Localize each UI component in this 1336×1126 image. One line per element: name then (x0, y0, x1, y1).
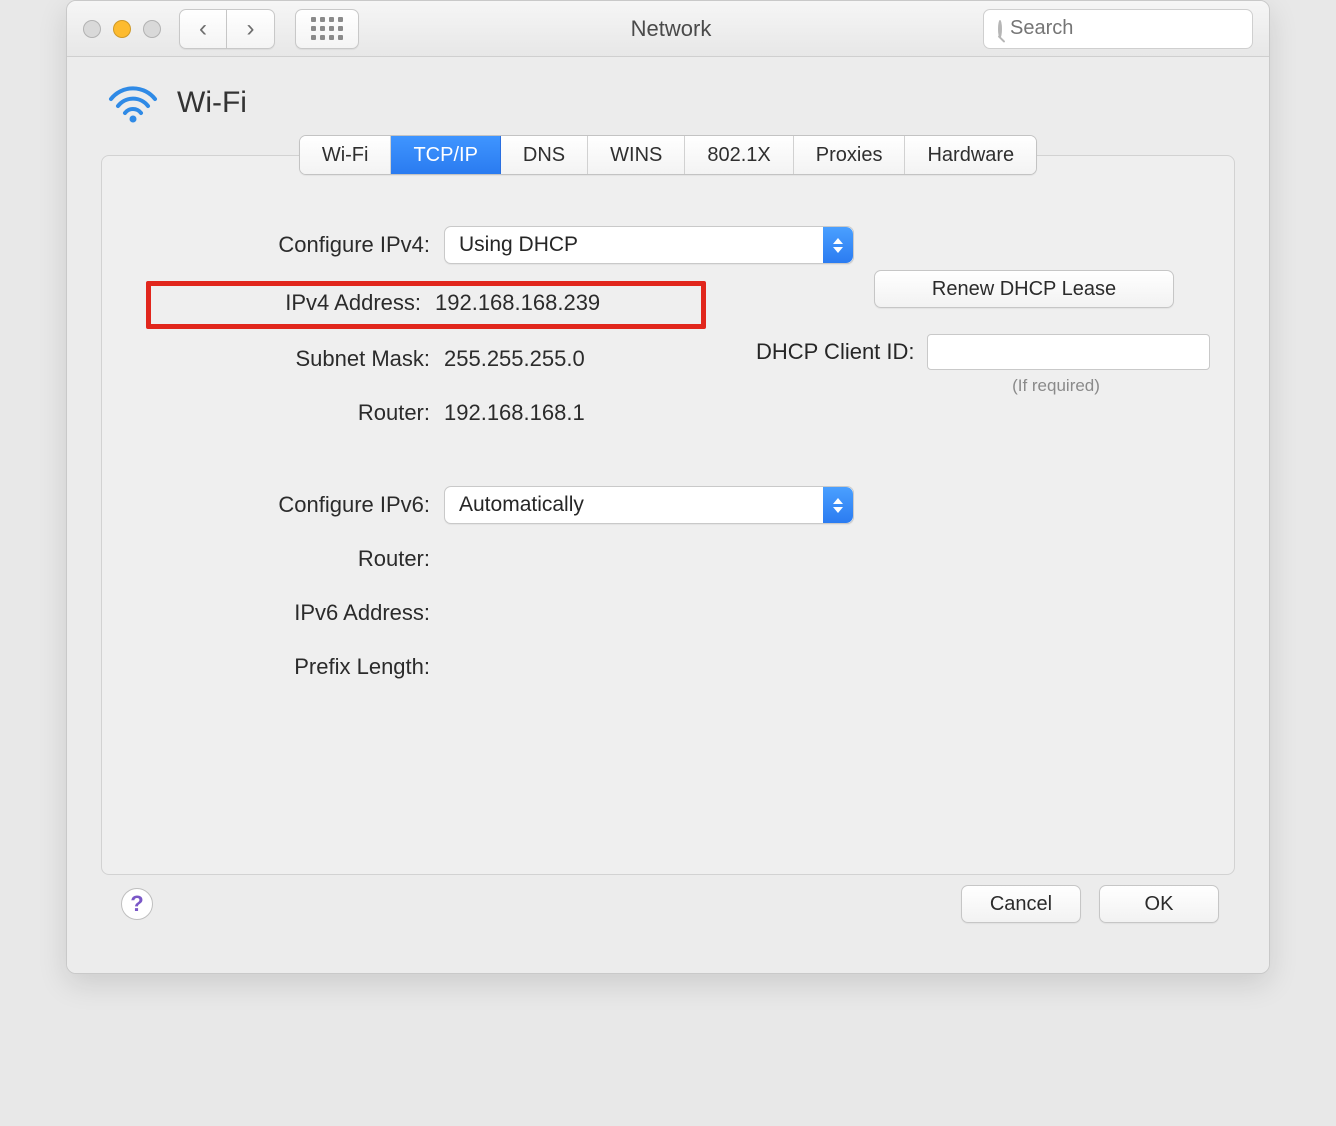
tab-8021x[interactable]: 802.1X (685, 136, 793, 174)
window-controls (83, 20, 161, 38)
footer: ? Cancel OK (101, 875, 1235, 945)
close-window-button[interactable] (83, 20, 101, 38)
configure-ipv6-label: Configure IPv6: (150, 492, 430, 518)
ipv4-address-value: 192.168.168.239 (435, 290, 691, 316)
help-button[interactable]: ? (121, 888, 153, 920)
tab-hardware[interactable]: Hardware (905, 136, 1036, 174)
row-ipv6-address: IPv6 Address: (150, 586, 1186, 640)
row-configure-ipv4: Configure IPv4: Using DHCP (150, 218, 1186, 272)
chevron-right-icon: › (247, 15, 255, 43)
minimize-window-button[interactable] (113, 20, 131, 38)
configure-ipv6-select[interactable]: Automatically (444, 486, 854, 524)
dhcp-client-id-group: DHCP Client ID: (If required) (756, 312, 1186, 396)
wifi-icon (107, 83, 159, 123)
router-ipv6-label: Router: (150, 546, 430, 572)
dhcp-client-id-label: DHCP Client ID: (756, 339, 915, 365)
ok-button[interactable]: OK (1099, 885, 1219, 923)
configure-ipv6-value: Automatically (459, 493, 584, 517)
dhcp-side-column: Renew DHCP Lease (874, 270, 1174, 308)
row-router-ipv6: Router: (150, 532, 1186, 586)
dhcp-client-id-input[interactable] (927, 334, 1210, 370)
ipv6-section: Configure IPv6: Automatically Router: (150, 478, 1186, 694)
show-all-prefs-button[interactable] (295, 9, 359, 49)
tab-wins[interactable]: WINS (588, 136, 685, 174)
row-prefix-length: Prefix Length: (150, 640, 1186, 694)
search-icon (998, 20, 1002, 38)
search-input[interactable] (1010, 17, 1270, 40)
ipv4-address-highlight: IPv4 Address: 192.168.168.239 (146, 281, 706, 329)
zoom-window-button[interactable] (143, 20, 161, 38)
router-ipv4-label: Router: (150, 400, 430, 426)
renew-dhcp-lease-button[interactable]: Renew DHCP Lease (874, 270, 1174, 308)
subnet-mask-label: Subnet Mask: (150, 346, 430, 372)
prefix-length-label: Prefix Length: (150, 654, 430, 680)
panel-heading: Wi-Fi (101, 83, 1235, 123)
back-button[interactable]: ‹ (179, 9, 227, 49)
cancel-button[interactable]: Cancel (961, 885, 1081, 923)
tabs: Wi-Fi TCP/IP DNS WINS 802.1X Proxies Har… (299, 135, 1037, 175)
configure-ipv4-value: Using DHCP (459, 233, 578, 257)
router-ipv4-value: 192.168.168.1 (444, 400, 856, 426)
forward-button[interactable]: › (227, 9, 275, 49)
search-field[interactable] (983, 9, 1253, 49)
chevron-left-icon: ‹ (199, 15, 207, 43)
window-title: Network (369, 16, 973, 42)
content-area: Wi-Fi Wi-Fi TCP/IP DNS WINS 802.1X Proxi… (67, 57, 1269, 973)
row-configure-ipv6: Configure IPv6: Automatically (150, 478, 1186, 532)
tcpip-panel: Configure IPv4: Using DHCP Renew DHCP Le… (101, 155, 1235, 875)
tab-proxies[interactable]: Proxies (794, 136, 906, 174)
heading-title: Wi-Fi (177, 86, 247, 120)
dhcp-client-id-hint: (If required) (926, 376, 1186, 396)
ipv4-address-label: IPv4 Address: (151, 290, 421, 316)
tab-bar: Wi-Fi TCP/IP DNS WINS 802.1X Proxies Har… (101, 135, 1235, 175)
tab-wifi[interactable]: Wi-Fi (300, 136, 392, 174)
select-stepper-icon (823, 487, 853, 523)
titlebar: ‹ › Network (67, 1, 1269, 57)
nav-buttons: ‹ › (179, 9, 275, 49)
select-stepper-icon (823, 227, 853, 263)
tab-tcpip[interactable]: TCP/IP (391, 136, 500, 174)
ipv6-address-label: IPv6 Address: (150, 600, 430, 626)
configure-ipv4-select[interactable]: Using DHCP (444, 226, 854, 264)
network-prefs-window: ‹ › Network (66, 0, 1270, 974)
tab-dns[interactable]: DNS (501, 136, 588, 174)
grid-icon (311, 17, 343, 40)
configure-ipv4-label: Configure IPv4: (150, 232, 430, 258)
